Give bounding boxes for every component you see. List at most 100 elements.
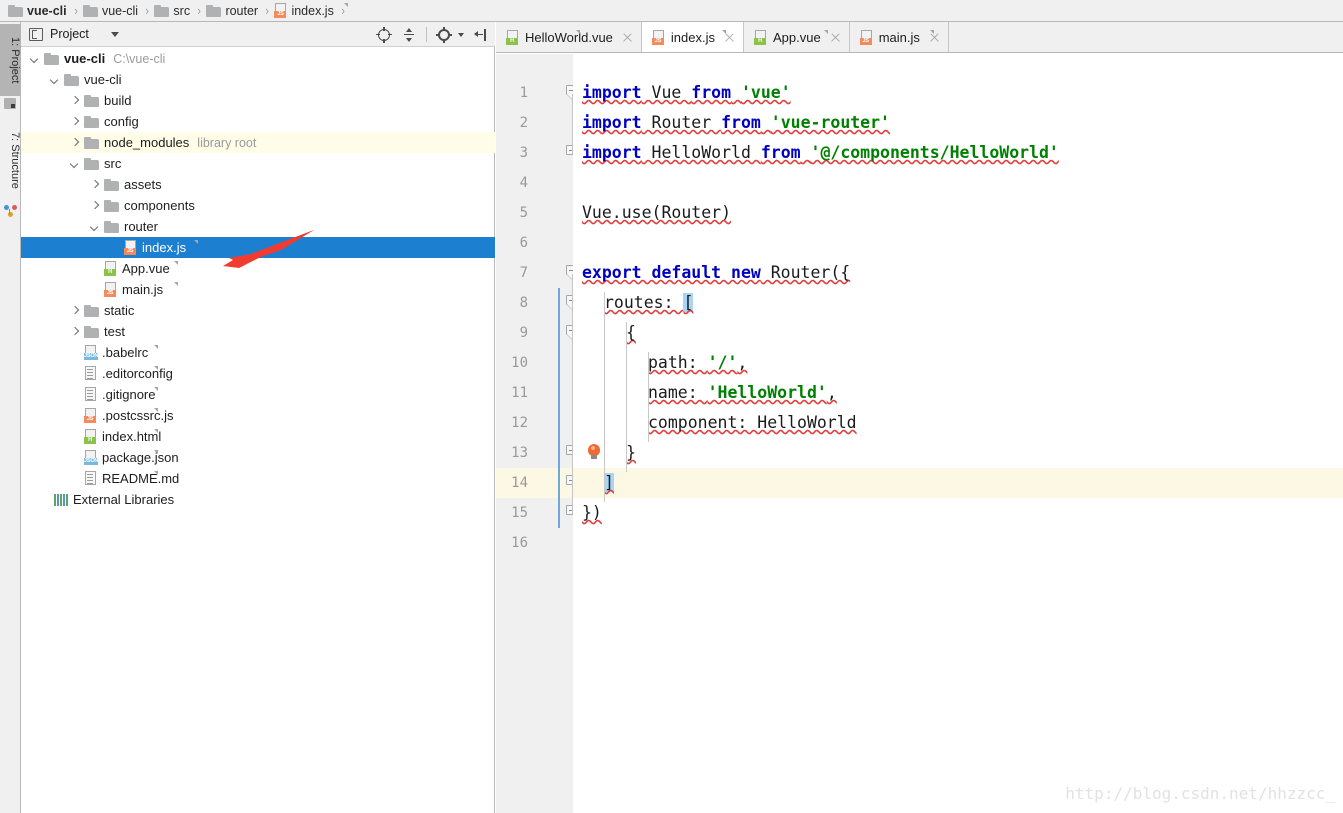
tree-row-static[interactable]: static xyxy=(21,300,495,321)
text-file-icon xyxy=(84,471,158,486)
code-line-14[interactable]: ] xyxy=(582,468,614,498)
tree-row--babelrc[interactable]: JSON .babelrc xyxy=(21,342,495,363)
chevron-right-icon[interactable] xyxy=(69,326,81,338)
settings-gear-icon[interactable] xyxy=(436,26,452,43)
tree-row-package-json[interactable]: JSON package.json xyxy=(21,447,495,468)
close-icon[interactable] xyxy=(724,32,735,43)
editor-tab-index-js[interactable]: JS index.js xyxy=(641,22,744,52)
tree-row-vue-cli[interactable]: vue-cli C:\vue-cli xyxy=(21,48,495,69)
breadcrumb-item-vue-cli[interactable]: vue-cli xyxy=(81,0,140,22)
tree-row-assets[interactable]: assets xyxy=(21,174,495,195)
code-line-9[interactable]: { xyxy=(582,318,636,348)
breadcrumb-item-index-js[interactable]: JS index.js xyxy=(272,0,349,22)
tree-row-router[interactable]: router xyxy=(21,216,495,237)
code-line-8[interactable]: routes: [ xyxy=(582,288,694,318)
code-line-12[interactable]: component: HelloWorld xyxy=(582,408,857,438)
tree-row-main-js[interactable]: JS main.js xyxy=(21,279,495,300)
code-token: '/' xyxy=(707,353,738,372)
editor-tab-main-js[interactable]: JS main.js xyxy=(849,22,949,52)
code-line-1[interactable]: import Vue from 'vue' xyxy=(582,78,791,108)
tree-row-index-js[interactable]: JS index.js xyxy=(21,237,495,258)
tree-row-label: .babelrc xyxy=(102,345,149,360)
code-line-10[interactable]: path: '/', xyxy=(582,348,747,378)
tree-row-external-libraries[interactable]: External Libraries xyxy=(21,489,495,510)
code-token: Vue.use(Router) xyxy=(582,203,732,222)
code-token: routes: xyxy=(604,293,684,312)
tree-row-label: vue-cli xyxy=(64,51,106,66)
tree-row-vue-cli[interactable]: vue-cli xyxy=(21,69,495,90)
folder-icon xyxy=(84,325,99,338)
editor-tab-helloworld-vue[interactable]: H HelloWorld.vue xyxy=(496,22,642,52)
line-number: 15 xyxy=(511,505,528,521)
close-icon[interactable] xyxy=(929,32,940,43)
tree-row--editorconfig[interactable]: .editorconfig xyxy=(21,363,495,384)
tree-row-readme-md[interactable]: README.md xyxy=(21,468,495,489)
editor-tab-label: App.vue xyxy=(773,29,821,45)
collapse-all-icon[interactable] xyxy=(401,27,417,43)
tool-window-tab-project[interactable]: 1: Project xyxy=(0,24,21,96)
code-line-2[interactable]: import Router from 'vue-router' xyxy=(582,108,890,138)
scroll-from-source-icon[interactable] xyxy=(376,26,392,43)
tool-window-tab-structure[interactable]: 7: Structure xyxy=(0,118,21,202)
chevron-down-icon[interactable] xyxy=(69,158,81,170)
tree-row-label: .editorconfig xyxy=(102,366,173,381)
chevron-down-icon[interactable] xyxy=(49,74,61,86)
external-libraries-icon xyxy=(54,493,68,506)
code-line-3[interactable]: import HelloWorld from '@/components/Hel… xyxy=(582,138,1059,168)
breadcrumb-item-vue-cli[interactable]: vue-cli xyxy=(6,0,69,22)
tree-row-index-html[interactable]: Hindex.html xyxy=(21,426,495,447)
folder-icon xyxy=(64,73,79,86)
tree-row--gitignore[interactable]: .gitignore xyxy=(21,384,495,405)
code-line-11[interactable]: name: 'HelloWorld', xyxy=(582,378,837,408)
chevron-right-icon[interactable] xyxy=(69,137,81,149)
code-line-15[interactable]: }) xyxy=(582,498,602,528)
tree-row-src[interactable]: src xyxy=(21,153,495,174)
tree-row--postcssrc-js[interactable]: JS .postcssrc.js xyxy=(21,405,495,426)
chevron-right-icon[interactable] xyxy=(89,200,101,212)
tree-row-components[interactable]: components xyxy=(21,195,495,216)
editor-area: H HelloWorld.vue JS index.js H App.vue JS main.… xyxy=(496,22,1343,813)
breadcrumb-item-label: router xyxy=(225,3,259,18)
breadcrumb-item-router[interactable]: router xyxy=(204,0,260,22)
html-file-icon: H xyxy=(84,429,158,444)
chevron-down-icon[interactable] xyxy=(29,53,41,65)
vue-file-icon: H xyxy=(754,29,828,45)
hide-panel-icon[interactable] xyxy=(473,27,489,43)
chevron-down-icon[interactable] xyxy=(110,31,119,37)
chevron-down-icon[interactable] xyxy=(458,32,464,37)
tree-row-app-vue[interactable]: H App.vue xyxy=(21,258,495,279)
project-file-tree: vue-cli C:\vue-cli vue-cli build config node_… xyxy=(21,48,495,510)
editor-gutter[interactable]: 1 2 3 4 5 6 7 8 9 10 11 12 13 14 15 16 xyxy=(496,54,578,813)
code-line-5[interactable]: Vue.use(Router) xyxy=(582,198,731,228)
text-file-icon xyxy=(84,366,158,381)
code-editor[interactable]: import Vue from 'vue' import Router from … xyxy=(573,54,1343,813)
current-line-highlight xyxy=(573,468,1343,498)
code-token: component: HelloWorld xyxy=(648,413,857,432)
editor-tab-app-vue[interactable]: H App.vue xyxy=(744,22,850,52)
close-icon[interactable] xyxy=(622,32,633,43)
chevron-right-icon[interactable] xyxy=(69,116,81,128)
tree-row-test[interactable]: test xyxy=(21,321,495,342)
chevron-down-icon[interactable] xyxy=(89,221,101,233)
folder-icon xyxy=(44,52,59,65)
tree-row-label: External Libraries xyxy=(73,492,175,507)
tree-row-node-modules[interactable]: node_modules library root xyxy=(21,132,495,153)
line-number: 7 xyxy=(519,265,528,281)
chevron-right-icon[interactable] xyxy=(69,95,81,107)
tree-row-config[interactable]: config xyxy=(21,111,495,132)
tree-row-label: README.md xyxy=(102,471,180,486)
tree-row-build[interactable]: build xyxy=(21,90,495,111)
code-token: from xyxy=(760,143,801,162)
breadcrumb-item-src[interactable]: src xyxy=(152,0,192,22)
json-file-icon: JSON xyxy=(84,450,158,465)
chevron-right-icon[interactable] xyxy=(69,305,81,317)
code-line-7[interactable]: export default new Router({ xyxy=(582,258,850,288)
chevron-right-icon[interactable] xyxy=(89,179,101,191)
close-icon[interactable] xyxy=(830,32,841,43)
indent-guide xyxy=(648,352,649,442)
code-token: }) xyxy=(582,503,602,522)
code-token: Vue xyxy=(641,83,692,102)
intention-bulb-icon[interactable] xyxy=(587,444,601,460)
